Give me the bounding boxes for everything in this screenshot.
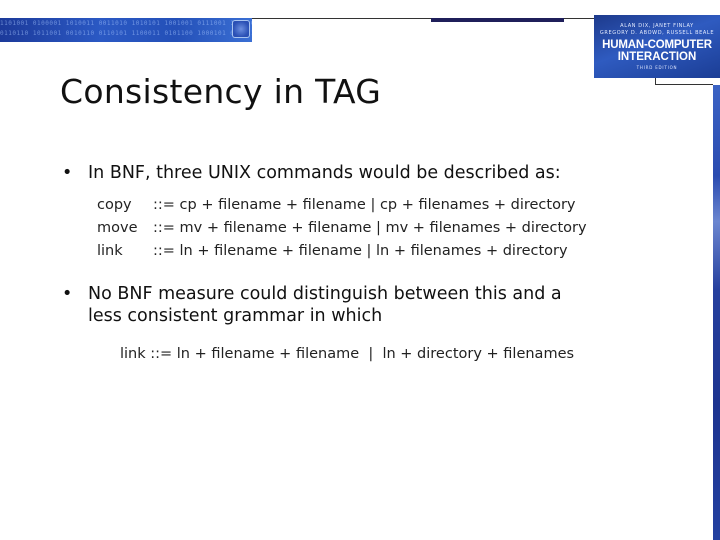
book-authors-line: ALAN DIX, JANET FINLAY (620, 23, 694, 29)
banner-binary-pattern: 1101001 0100001 1010011 0011010 1010101 … (0, 19, 252, 39)
bullet-text-line: less consistent grammar in which (88, 306, 383, 326)
chip-icon (232, 20, 250, 38)
book-authors-line: GREGORY D. ABOWD, RUSSELL BEALE (599, 30, 715, 36)
grammar-rule: link ::= ln + filename + filename | ln +… (97, 240, 587, 263)
binary-line: 1101001 0100001 1010011 0011010 1010101 … (0, 20, 252, 27)
bullet-text: In BNF, three UNIX commands would be des… (88, 163, 561, 183)
rule-rhs: ::= mv + filename + filename | mv + file… (153, 220, 587, 236)
rule-rhs: ::= cp + filename + filename | cp + file… (153, 197, 576, 213)
book-cover: ALAN DIX, JANET FINLAY GREGORY D. ABOWD,… (594, 15, 720, 78)
rule-rhs: ::= ln + filename + filename | ln + file… (153, 243, 568, 259)
rule-lhs: copy (97, 197, 132, 213)
bullet-text: No BNF measure could distinguish between… (88, 283, 562, 327)
slide-title: Consistency in TAG (60, 72, 382, 111)
rule-lhs: move (97, 220, 138, 236)
book-title-line1: HUMAN-COMPUTER (602, 39, 712, 51)
bullet-text-line: No BNF measure could distinguish between… (88, 284, 562, 304)
bullet-icon: • (62, 284, 73, 304)
grammar-rule: copy ::= cp + filename + filename | cp +… (97, 194, 587, 217)
cover-rule-horizontal (655, 84, 713, 85)
grammar-rule: move ::= mv + filename + filename | mv +… (97, 217, 587, 240)
header-banner: 1101001 0100001 1010011 0011010 1010101 … (0, 18, 252, 42)
binary-line: 0110110 1011001 0010110 0110101 1100011 … (0, 30, 252, 37)
header-rule-accent (431, 18, 564, 22)
bullet-icon: • (62, 163, 73, 183)
right-decorative-strip (713, 85, 720, 540)
book-authors: ALAN DIX, JANET FINLAY GREGORY D. ABOWD,… (594, 23, 720, 37)
rule-lhs: link (97, 243, 123, 259)
alternative-grammar-rule: link ::= ln + filename + filename | ln +… (120, 346, 575, 362)
book-edition: THIRD EDITION (636, 65, 678, 70)
book-title-line2: INTERACTION (617, 51, 697, 63)
bnf-grammar: copy ::= cp + filename + filename | cp +… (97, 194, 587, 263)
